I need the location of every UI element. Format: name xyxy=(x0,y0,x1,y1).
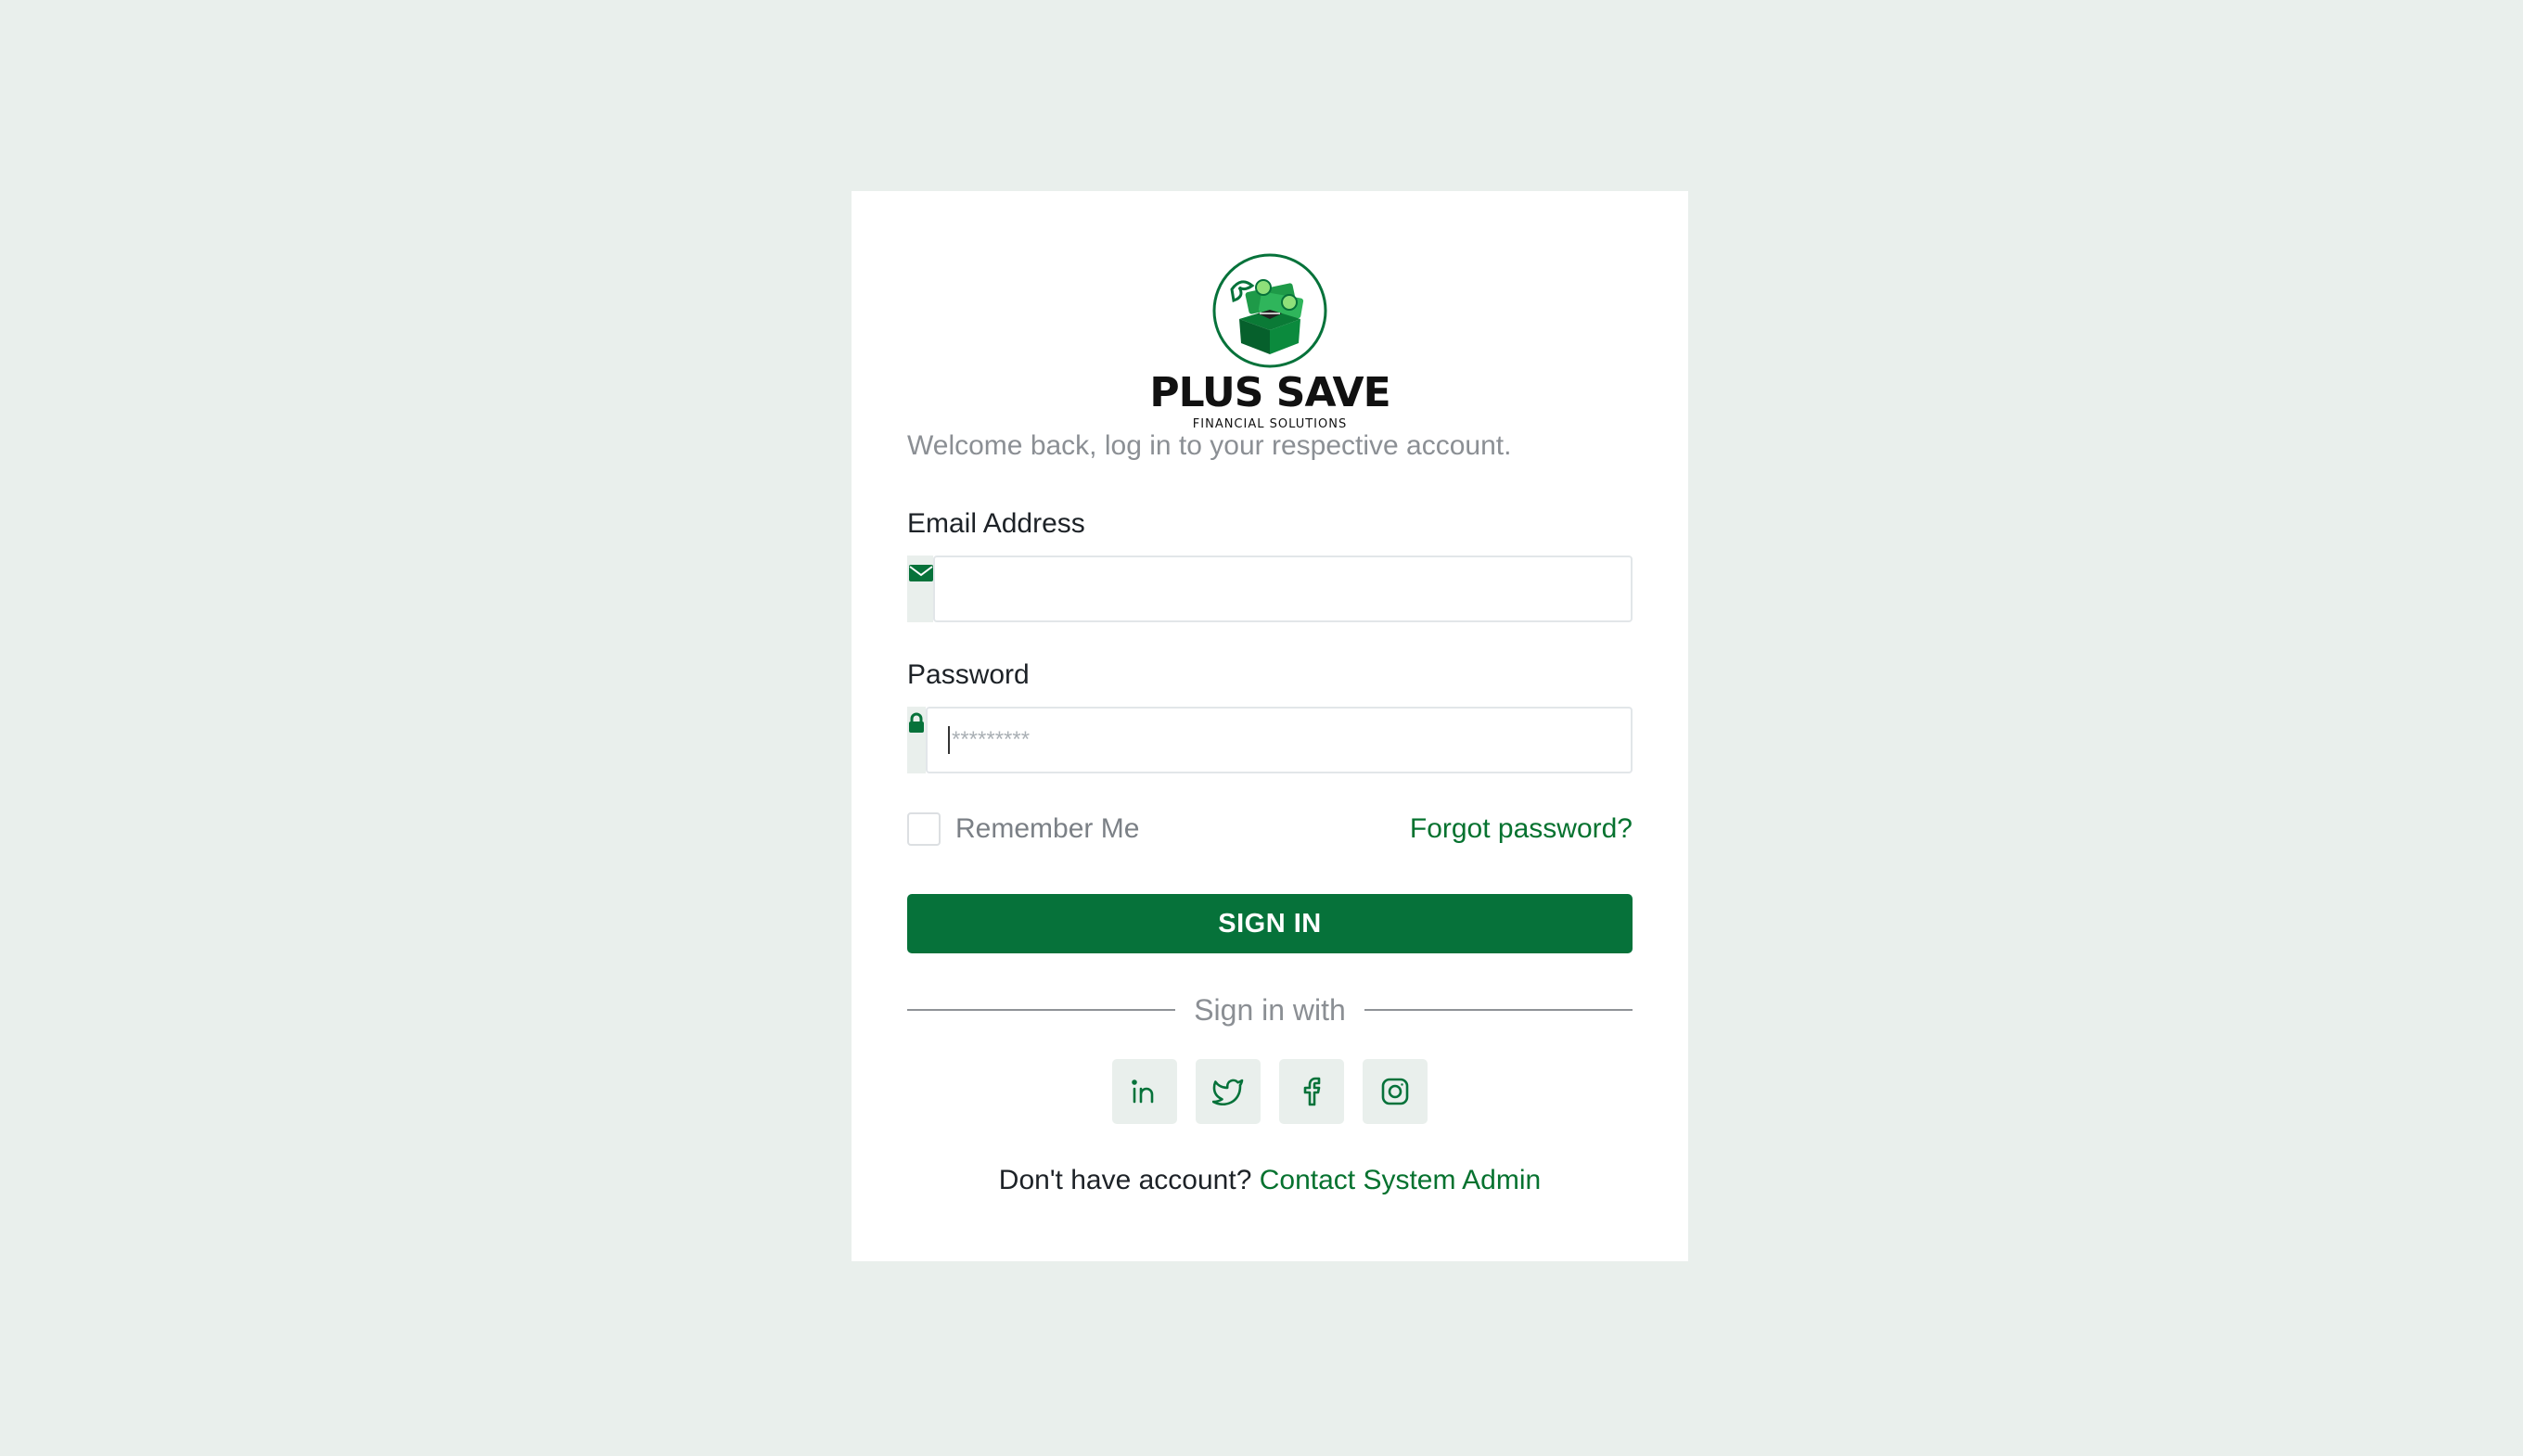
twitter-icon xyxy=(1212,1079,1244,1105)
remember-me-label: Remember Me xyxy=(955,813,1140,844)
forgot-password-link[interactable]: Forgot password? xyxy=(1410,813,1633,845)
instagram-icon xyxy=(1381,1078,1409,1105)
divider-label: Sign in with xyxy=(1194,992,1346,1027)
social-login-buttons xyxy=(852,1059,1688,1124)
brand-tagline: FINANCIAL SOLUTIONS xyxy=(1192,417,1348,431)
linkedin-button[interactable] xyxy=(1112,1059,1177,1124)
text-caret xyxy=(948,726,950,754)
no-account-text: Don't have account? xyxy=(998,1165,1252,1195)
remember-me[interactable]: Remember Me xyxy=(907,812,1139,846)
remember-row: Remember Me Forgot password? xyxy=(907,809,1633,849)
brand-name: PLUS SAVE xyxy=(1149,369,1390,416)
signup-footer: Don't have account? Contact System Admin xyxy=(852,1165,1688,1196)
lock-icon xyxy=(909,712,924,733)
email-addon xyxy=(907,556,933,622)
twitter-button[interactable] xyxy=(1196,1059,1261,1124)
password-label: Password xyxy=(907,659,1030,690)
linkedin-icon xyxy=(1132,1079,1154,1104)
money-box-logo xyxy=(1212,253,1327,368)
facebook-icon xyxy=(1303,1077,1321,1106)
password-addon xyxy=(907,707,926,773)
brand-logo: PLUS SAVE FINANCIAL SOLUTIONS xyxy=(852,252,1688,431)
welcome-text: Welcome back, log in to your respective … xyxy=(907,430,1512,461)
email-field-group xyxy=(907,556,1633,622)
divider-line-right xyxy=(1364,1009,1633,1011)
divider-line-left xyxy=(907,1009,1176,1011)
instagram-button[interactable] xyxy=(1363,1059,1428,1124)
password-placeholder: ********* xyxy=(952,727,1031,752)
facebook-button[interactable] xyxy=(1279,1059,1344,1124)
sign-in-button[interactable]: SIGN IN xyxy=(907,894,1633,953)
sign-in-with-divider: Sign in with xyxy=(907,987,1633,1033)
contact-admin-link[interactable]: Contact System Admin xyxy=(1260,1165,1541,1195)
login-card: PLUS SAVE FINANCIAL SOLUTIONS Welcome ba… xyxy=(852,191,1688,1261)
email-label: Email Address xyxy=(907,508,1085,539)
password-field-group: ********* xyxy=(907,707,1633,773)
email-input[interactable] xyxy=(933,556,1633,622)
envelope-icon xyxy=(909,565,933,581)
password-input[interactable]: ********* xyxy=(926,707,1633,773)
remember-me-checkbox[interactable] xyxy=(907,812,941,846)
